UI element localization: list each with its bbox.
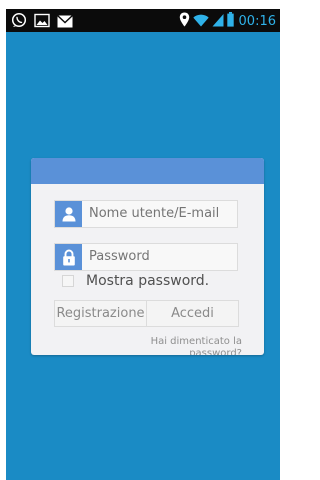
username-input[interactable] bbox=[89, 201, 234, 227]
wifi-icon bbox=[192, 12, 209, 31]
password-field[interactable] bbox=[54, 243, 238, 271]
show-password-row[interactable]: Mostra password. bbox=[62, 273, 209, 289]
battery-icon bbox=[226, 12, 234, 31]
signal-icon bbox=[212, 12, 224, 31]
whatsapp-icon bbox=[11, 12, 27, 32]
system-icons: 00:16 bbox=[179, 12, 276, 31]
login-card: Mostra password. Registrazione Accedi Ha… bbox=[31, 158, 264, 355]
username-field[interactable] bbox=[54, 200, 238, 228]
screen: 00:16 Mos bbox=[6, 9, 280, 480]
lock-icon bbox=[55, 244, 82, 270]
forgot-password-link[interactable]: Hai dimenticato la password? bbox=[142, 336, 242, 355]
action-buttons: Registrazione Accedi bbox=[54, 300, 239, 327]
user-icon bbox=[55, 201, 82, 227]
clock: 00:16 bbox=[238, 14, 276, 29]
login-button[interactable]: Accedi bbox=[146, 301, 238, 326]
show-password-label[interactable]: Mostra password. bbox=[86, 273, 209, 289]
login-card-header bbox=[31, 158, 264, 184]
mail-icon bbox=[57, 13, 73, 32]
notification-icons bbox=[11, 12, 73, 32]
register-button[interactable]: Registrazione bbox=[55, 301, 146, 326]
password-input[interactable] bbox=[89, 244, 234, 270]
status-bar: 00:16 bbox=[6, 9, 280, 32]
image-icon bbox=[34, 13, 50, 32]
show-password-checkbox[interactable] bbox=[62, 275, 74, 287]
location-icon bbox=[179, 12, 190, 31]
